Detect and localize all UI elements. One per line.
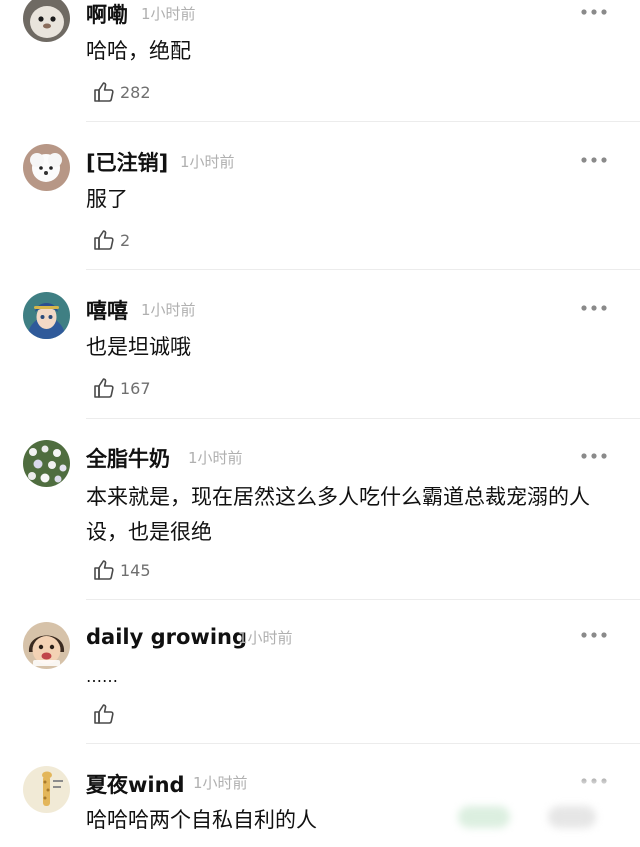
timestamp: 1小时前 (141, 5, 196, 23)
comment-text: 本来就是，现在居然这么多人吃什么霸道总裁宠溺的人设，也是很绝 (86, 485, 590, 544)
anime-girl-avatar-icon[interactable] (23, 292, 70, 339)
comment-text: 也是坦诚哦 (86, 335, 191, 359)
username[interactable]: 夏夜wind (86, 769, 185, 799)
timestamp: 1小时前 (188, 449, 243, 467)
flowers-avatar-icon[interactable] (23, 440, 70, 487)
like-count: 167 (120, 378, 151, 398)
like-count: 282 (120, 82, 151, 102)
divider (86, 743, 640, 744)
giraffe-avatar-icon[interactable] (23, 766, 70, 813)
timestamp: 1小时前 (141, 301, 196, 319)
blurred-button (458, 806, 510, 828)
more-dots-icon[interactable] (578, 150, 610, 170)
thumbs-up-outline-icon (94, 560, 114, 580)
like-button[interactable]: 282 (92, 79, 151, 105)
username[interactable]: 嘻嘻 (86, 295, 128, 325)
like-button[interactable]: 167 (92, 375, 151, 401)
seal-avatar-icon[interactable] (23, 0, 70, 42)
like-button[interactable]: 2 (92, 227, 130, 253)
more-dots-icon[interactable] (578, 446, 610, 466)
divider (86, 121, 640, 122)
thumbs-up-outline-icon (94, 230, 114, 250)
more-dots-icon[interactable] (578, 298, 610, 318)
white-dog-avatar-icon[interactable] (23, 144, 70, 191)
more-dots-icon[interactable] (578, 625, 610, 645)
username[interactable]: 全脂牛奶 (86, 443, 170, 473)
divider (86, 599, 640, 600)
like-button[interactable] (92, 701, 120, 727)
divider (86, 269, 640, 270)
username[interactable]: [已注销] (86, 147, 168, 177)
blurred-button (548, 806, 596, 828)
more-dots-icon[interactable] (578, 2, 610, 22)
like-count: 145 (120, 560, 151, 580)
comment-text: 服了 (86, 187, 128, 211)
thumbs-up-outline-icon (94, 82, 114, 102)
timestamp: 1小时前 (193, 774, 248, 792)
comment-text: …… (86, 667, 118, 686)
username[interactable]: 啊嘞 (86, 0, 128, 29)
username[interactable]: daily growing (86, 625, 247, 649)
child-avatar-icon[interactable] (23, 622, 70, 669)
comment-list: 啊嘞 1小时前 哈哈，绝配 282 [已注销] 1小时前 服了 2 嘻嘻 1小时… (0, 0, 640, 847)
timestamp: 1小时前 (238, 629, 293, 647)
timestamp: 1小时前 (180, 153, 235, 171)
thumbs-up-outline-icon (94, 704, 114, 724)
divider (86, 418, 640, 419)
like-button[interactable]: 145 (92, 557, 151, 583)
like-count: 2 (120, 230, 131, 250)
thumbs-up-outline-icon (94, 378, 114, 398)
comment-text: 哈哈，绝配 (86, 39, 191, 63)
